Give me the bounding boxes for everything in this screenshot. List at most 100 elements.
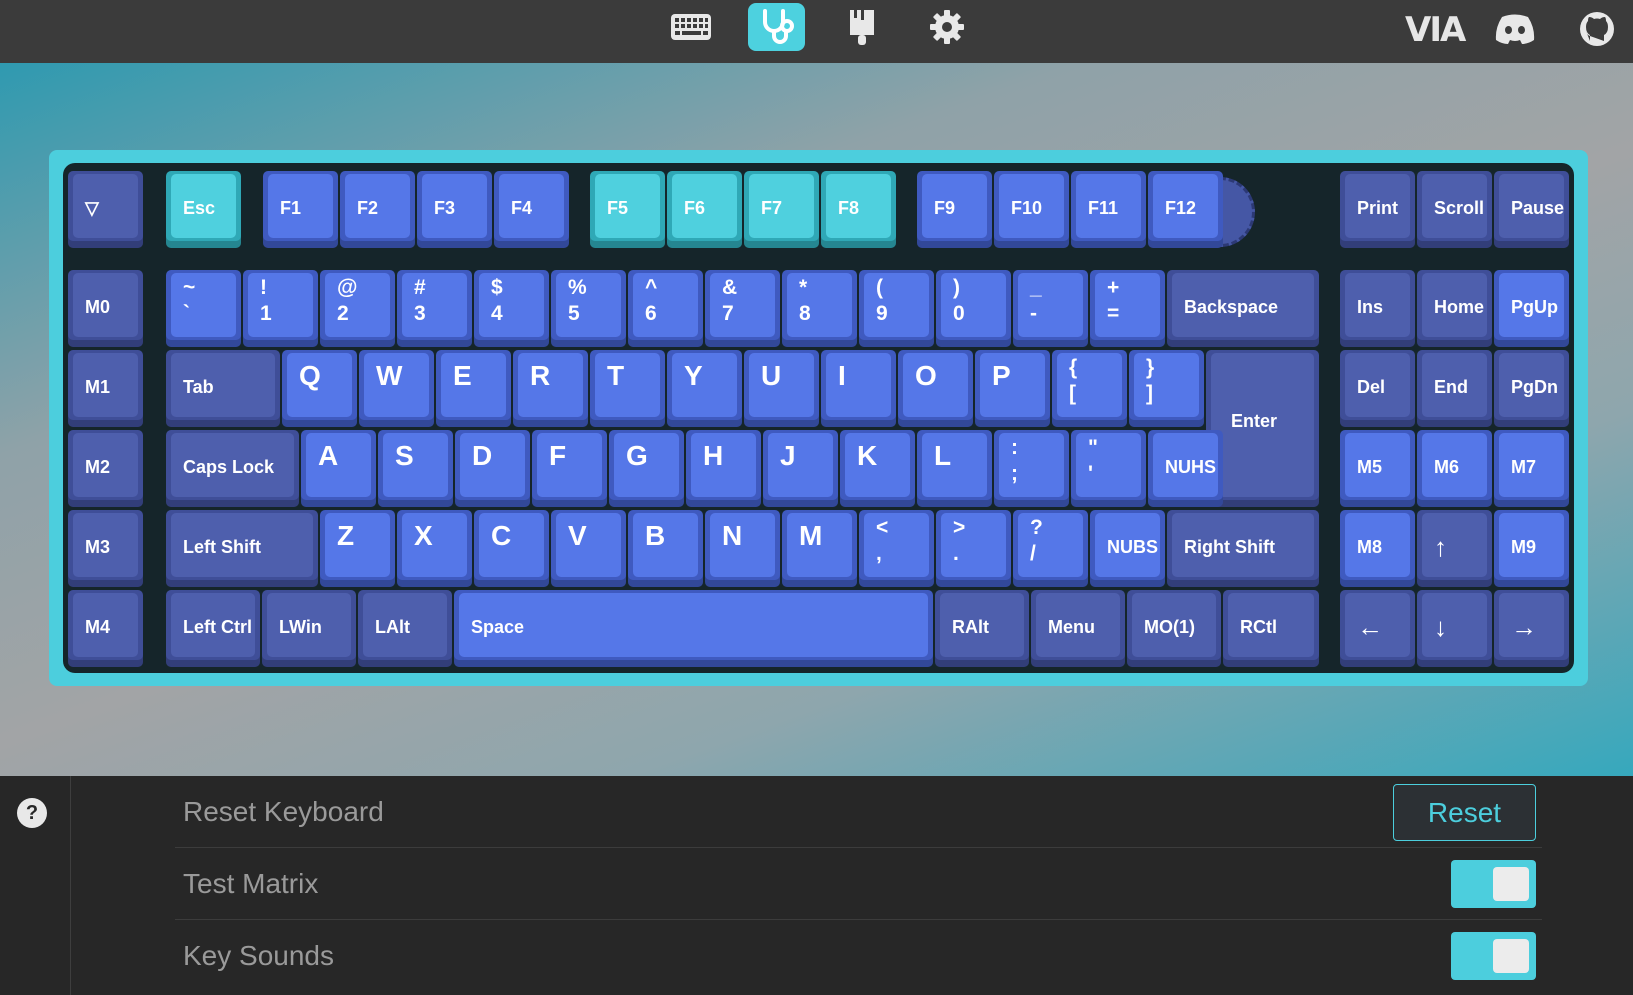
key-h[interactable]: H: [686, 430, 761, 507]
key-f1[interactable]: F1: [263, 171, 338, 248]
key-c[interactable]: C: [474, 510, 549, 587]
key-down[interactable]: ↓: [1417, 590, 1492, 667]
key-n5[interactable]: % 5: [551, 270, 626, 347]
nav-configure-button[interactable]: [662, 3, 719, 51]
key-space[interactable]: Space: [454, 590, 933, 667]
key-home[interactable]: Home: [1417, 270, 1492, 347]
key-i[interactable]: I: [821, 350, 896, 427]
key-n2[interactable]: @2: [320, 270, 395, 347]
key-comma[interactable]: <,: [859, 510, 934, 587]
reset-button[interactable]: Reset: [1393, 784, 1536, 841]
key-b[interactable]: B: [628, 510, 703, 587]
key-left[interactable]: ←: [1340, 590, 1415, 667]
discord-link[interactable]: [1493, 9, 1537, 49]
key-v[interactable]: V: [551, 510, 626, 587]
key-f12[interactable]: F12: [1148, 171, 1223, 248]
key-p[interactable]: P: [975, 350, 1050, 427]
key-filter[interactable]: ▽: [68, 171, 143, 248]
key-m6[interactable]: M6: [1417, 430, 1492, 507]
key-r[interactable]: R: [513, 350, 588, 427]
key-lwin[interactable]: LWin: [262, 590, 356, 667]
key-lalt[interactable]: LAlt: [358, 590, 452, 667]
key-e[interactable]: E: [436, 350, 511, 427]
key-t[interactable]: T: [590, 350, 665, 427]
key-g[interactable]: G: [609, 430, 684, 507]
key-pgdn[interactable]: PgDn: [1494, 350, 1569, 427]
key-q[interactable]: Q: [282, 350, 357, 427]
key-nuhs[interactable]: NUHS: [1148, 430, 1223, 507]
key-d[interactable]: D: [455, 430, 530, 507]
key-up[interactable]: ↑: [1417, 510, 1492, 587]
key-m0[interactable]: M0: [68, 270, 143, 347]
key-backspace[interactable]: Backspace: [1167, 270, 1319, 347]
key-m4[interactable]: M4: [68, 590, 143, 667]
key-f6[interactable]: F6: [667, 171, 742, 248]
key-ins[interactable]: Ins: [1340, 270, 1415, 347]
key-equal[interactable]: + =: [1090, 270, 1165, 347]
help-icon[interactable]: ?: [17, 798, 47, 828]
key-print[interactable]: Print: [1340, 171, 1415, 248]
key-m8[interactable]: M8: [1340, 510, 1415, 587]
key-w[interactable]: W: [359, 350, 434, 427]
key-pgup[interactable]: PgUp: [1494, 270, 1569, 347]
key-f9[interactable]: F9: [917, 171, 992, 248]
key-f[interactable]: F: [532, 430, 607, 507]
key-f10[interactable]: F10: [994, 171, 1069, 248]
key-s[interactable]: S: [378, 430, 453, 507]
key-sounds-toggle[interactable]: [1451, 932, 1536, 980]
key-n7[interactable]: & 7: [705, 270, 780, 347]
key-rctl[interactable]: RCtl: [1223, 590, 1319, 667]
key-right[interactable]: →: [1494, 590, 1569, 667]
key-ralt[interactable]: RAlt: [935, 590, 1029, 667]
key-n[interactable]: N: [705, 510, 780, 587]
github-link[interactable]: [1575, 9, 1619, 49]
key-rshift[interactable]: Right Shift: [1167, 510, 1319, 587]
key-f7[interactable]: F7: [744, 171, 819, 248]
nav-test-button[interactable]: [748, 3, 805, 51]
key-m5[interactable]: M5: [1340, 430, 1415, 507]
key-a[interactable]: A: [301, 430, 376, 507]
key-mo1[interactable]: MO(1): [1127, 590, 1221, 667]
key-m7[interactable]: M7: [1494, 430, 1569, 507]
key-m2[interactable]: M2: [68, 430, 143, 507]
key-n9[interactable]: (9: [859, 270, 934, 347]
key-capslock[interactable]: Caps Lock: [166, 430, 299, 507]
key-scroll[interactable]: Scroll: [1417, 171, 1492, 248]
key-slash[interactable]: ? /: [1013, 510, 1088, 587]
key-del[interactable]: Del: [1340, 350, 1415, 427]
key-f5[interactable]: F5: [590, 171, 665, 248]
key-m[interactable]: M: [782, 510, 857, 587]
key-x[interactable]: X: [397, 510, 472, 587]
key-n3[interactable]: #3: [397, 270, 472, 347]
key-end[interactable]: End: [1417, 350, 1492, 427]
key-f2[interactable]: F2: [340, 171, 415, 248]
key-m9[interactable]: M9: [1494, 510, 1569, 587]
key-period[interactable]: >.: [936, 510, 1011, 587]
key-semicolon[interactable]: :;: [994, 430, 1069, 507]
key-minus[interactable]: _ -: [1013, 270, 1088, 347]
key-l[interactable]: L: [917, 430, 992, 507]
key-quote[interactable]: " ': [1071, 430, 1146, 507]
key-z[interactable]: Z: [320, 510, 395, 587]
key-y[interactable]: Y: [667, 350, 742, 427]
key-f8[interactable]: F8: [821, 171, 896, 248]
key-f3[interactable]: F3: [417, 171, 492, 248]
nav-design-button[interactable]: [833, 3, 890, 51]
key-pause[interactable]: Pause: [1494, 171, 1569, 248]
key-esc[interactable]: Esc: [166, 171, 241, 248]
key-tab[interactable]: Tab: [166, 350, 280, 427]
key-k[interactable]: K: [840, 430, 915, 507]
key-u[interactable]: U: [744, 350, 819, 427]
key-o[interactable]: O: [898, 350, 973, 427]
key-lctrl[interactable]: Left Ctrl: [166, 590, 260, 667]
key-m3[interactable]: M3: [68, 510, 143, 587]
key-f11[interactable]: F11: [1071, 171, 1146, 248]
key-lshift[interactable]: Left Shift: [166, 510, 318, 587]
key-rbracket[interactable]: }]: [1129, 350, 1204, 427]
key-menu[interactable]: Menu: [1031, 590, 1125, 667]
key-grave[interactable]: ~ `: [166, 270, 241, 347]
key-n4[interactable]: $4: [474, 270, 549, 347]
key-nubs[interactable]: NUBS: [1090, 510, 1165, 587]
key-j[interactable]: J: [763, 430, 838, 507]
test-matrix-toggle[interactable]: [1451, 860, 1536, 908]
